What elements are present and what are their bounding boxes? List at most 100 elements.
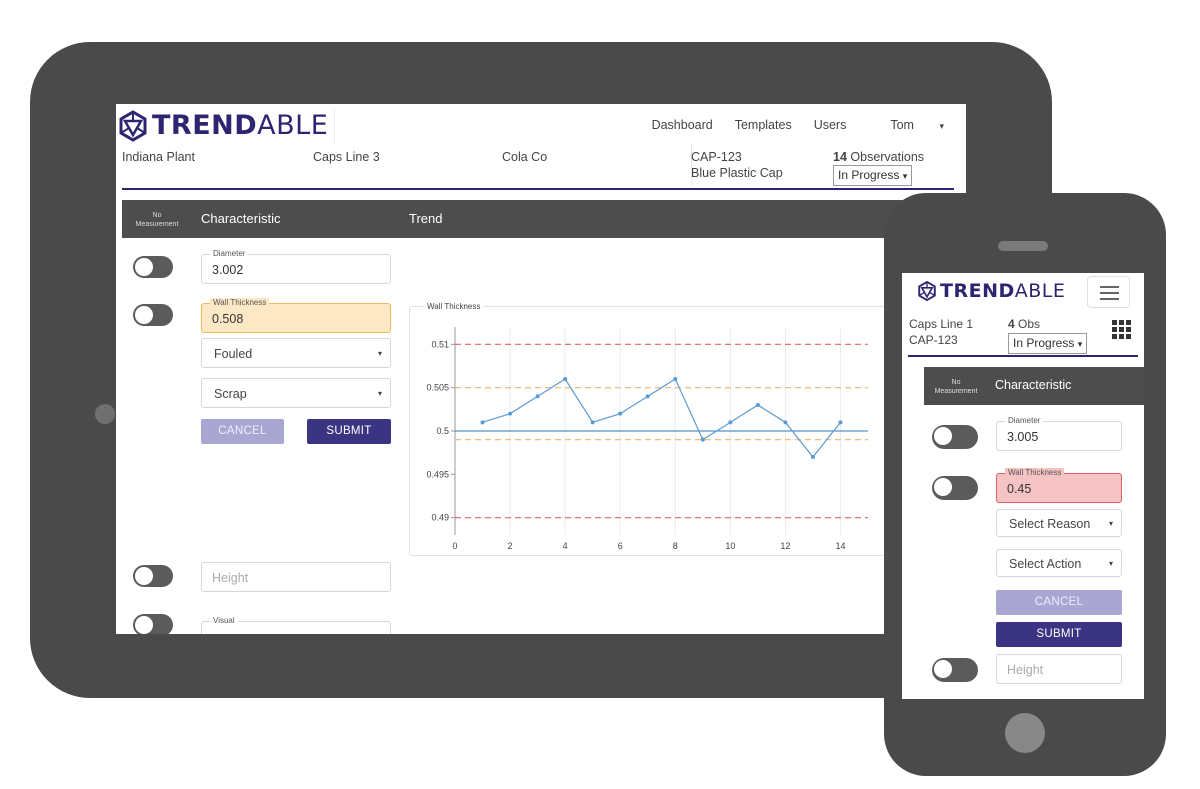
user-menu[interactable]: Tom ▾	[868, 118, 944, 132]
chevron-down-icon: ▾	[377, 349, 382, 358]
no-measurement-toggle-height[interactable]	[133, 565, 173, 587]
trendable-logo[interactable]: TRENDABLE	[116, 108, 336, 144]
cancel-button[interactable]: CANCEL	[201, 419, 284, 444]
plant-name: Indiana Plant	[122, 150, 195, 164]
observation-summary: 14 Observations	[833, 149, 924, 165]
mobile-no-measurement-toggle-height[interactable]	[932, 658, 978, 682]
chevron-down-icon: ▾	[377, 389, 382, 398]
data-point	[673, 377, 678, 381]
nav-templates[interactable]: Templates	[735, 118, 792, 132]
x-tick-label: 4	[563, 541, 568, 551]
hamburger-line	[1100, 298, 1119, 300]
wall-thickness-value: 0.508	[212, 312, 244, 326]
observation-label: Observations	[850, 150, 925, 164]
visual-label: Visual	[210, 616, 238, 626]
phone-home-button[interactable]	[1005, 713, 1045, 753]
height-placeholder: Height	[212, 571, 249, 585]
data-point	[618, 411, 623, 416]
user-name: Tom	[890, 118, 914, 132]
logo-text-light: ABLE	[1014, 280, 1066, 302]
chevron-down-icon: ▾	[1108, 519, 1113, 528]
phone-device: TRENDABLE Caps Line 1 CAP-123 4 Obs In P…	[884, 193, 1166, 776]
data-point	[508, 411, 513, 416]
part-info: CAP-123 Blue Plastic Cap	[691, 149, 783, 181]
chart-title: Wall Thickness	[424, 302, 484, 311]
status-select[interactable]: In Progress ▾	[833, 165, 913, 186]
mobile-observation-summary: 4 Obs	[1008, 316, 1087, 332]
mobile-wall-thickness-field[interactable]: Wall Thickness 0.45	[996, 468, 1122, 503]
height-field[interactable]: Height	[201, 562, 391, 592]
x-tick-label: 0	[452, 541, 457, 551]
visual-field[interactable]: Visual	[201, 616, 391, 634]
mobile-height-placeholder: Height	[1007, 663, 1044, 677]
mobile-no-measurement-toggle-wall-thickness[interactable]	[932, 476, 978, 500]
diameter-field[interactable]: Diameter 3.002	[201, 249, 391, 284]
customer-name: Cola Co	[502, 150, 548, 164]
status-arrow-icon: ▾	[902, 171, 908, 181]
submit-button[interactable]: SUBMIT	[307, 419, 391, 444]
mobile-cancel-button[interactable]: CANCEL	[996, 590, 1122, 615]
info-underline	[122, 188, 954, 190]
nav-dashboard[interactable]: Dashboard	[652, 118, 713, 132]
diameter-label: Diameter	[210, 249, 249, 259]
y-tick-label: 0.49	[431, 513, 449, 523]
hamburger-menu-button[interactable]	[1087, 276, 1130, 308]
action-select[interactable]: Scrap ▾	[201, 378, 391, 408]
logo-text: TRENDABLE	[940, 278, 1065, 304]
action-select-value: Scrap	[214, 387, 247, 401]
mobile-action-select[interactable]: Select Action ▾	[996, 549, 1122, 577]
wall-thickness-field[interactable]: Wall Thickness 0.508	[201, 298, 391, 333]
mobile-table-header: No Measurement Characteristic	[924, 367, 1144, 405]
mobile-no-measurement-toggle-diameter[interactable]	[932, 425, 978, 449]
reason-select[interactable]: Fouled ▾	[201, 338, 391, 368]
x-tick-label: 12	[780, 541, 790, 551]
phone-screen: TRENDABLE Caps Line 1 CAP-123 4 Obs In P…	[902, 273, 1144, 699]
mobile-submit-button[interactable]: SUBMIT	[996, 622, 1122, 647]
data-point	[590, 420, 595, 425]
phone-speaker	[998, 241, 1048, 251]
mobile-no-measurement-header-line1: No	[951, 379, 961, 386]
mobile-observation-info: 4 Obs In Progress ▾	[1008, 316, 1088, 354]
grid-menu-icon[interactable]	[1112, 320, 1132, 340]
x-tick-label: 14	[835, 541, 845, 551]
caret-down-icon: ▾	[939, 121, 944, 131]
logo-text-light: ABLE	[257, 110, 329, 141]
no-measurement-toggle-wall-thickness[interactable]	[133, 304, 173, 326]
no-measurement-toggle-diameter[interactable]	[133, 256, 173, 278]
nav-users[interactable]: Users	[814, 118, 847, 132]
part-name: Blue Plastic Cap	[691, 166, 783, 180]
data-point	[783, 420, 788, 425]
y-tick-label: 0.51	[431, 339, 449, 349]
mobile-reason-select-value: Select Reason	[1009, 517, 1091, 531]
mobile-status-select[interactable]: In Progress ▾	[1008, 333, 1088, 354]
y-tick-label: 0.5	[436, 426, 449, 436]
data-point	[563, 377, 568, 381]
data-point	[480, 420, 485, 425]
data-point	[535, 394, 540, 399]
hamburger-line	[1100, 286, 1119, 288]
mobile-diameter-label: Diameter	[1005, 416, 1044, 426]
mobile-diameter-field[interactable]: Diameter 3.005	[996, 416, 1122, 451]
mobile-line-info: Caps Line 1 CAP-123	[909, 316, 973, 348]
top-navbar: TRENDABLE Dashboard Templates Users Tom …	[116, 104, 966, 144]
y-tick-label: 0.495	[426, 469, 449, 479]
logo-text-bold: TREND	[940, 280, 1015, 302]
trendable-logo-mobile[interactable]: TRENDABLE	[916, 278, 1065, 304]
mobile-no-measurement-header-line2: Measurement	[934, 388, 978, 395]
mobile-wall-thickness-value: 0.45	[1007, 482, 1032, 496]
mobile-obs-label: Obs	[1018, 317, 1041, 331]
data-point	[838, 420, 843, 425]
observation-info: 14 Observations In Progress ▾	[833, 149, 924, 186]
chevron-down-icon: ▾	[1108, 559, 1113, 568]
mobile-height-field[interactable]: Height	[996, 654, 1122, 684]
mobile-part-number: CAP-123	[909, 333, 958, 347]
no-measurement-toggle-visual[interactable]	[133, 614, 173, 634]
mobile-reason-select[interactable]: Select Reason ▾	[996, 509, 1122, 537]
job-info-bar: Indiana Plant Caps Line 3 Cola Co CAP-12…	[116, 144, 966, 186]
mobile-wall-thickness-label: Wall Thickness	[1005, 468, 1065, 478]
mobile-no-measurement-header: No Measurement	[924, 378, 988, 396]
no-measurement-header-line2: Measurement	[135, 221, 179, 228]
logo-text-bold: TREND	[152, 110, 258, 141]
mobile-status-value: In Progress	[1013, 336, 1075, 350]
mobile-action-select-value: Select Action	[1009, 557, 1082, 571]
